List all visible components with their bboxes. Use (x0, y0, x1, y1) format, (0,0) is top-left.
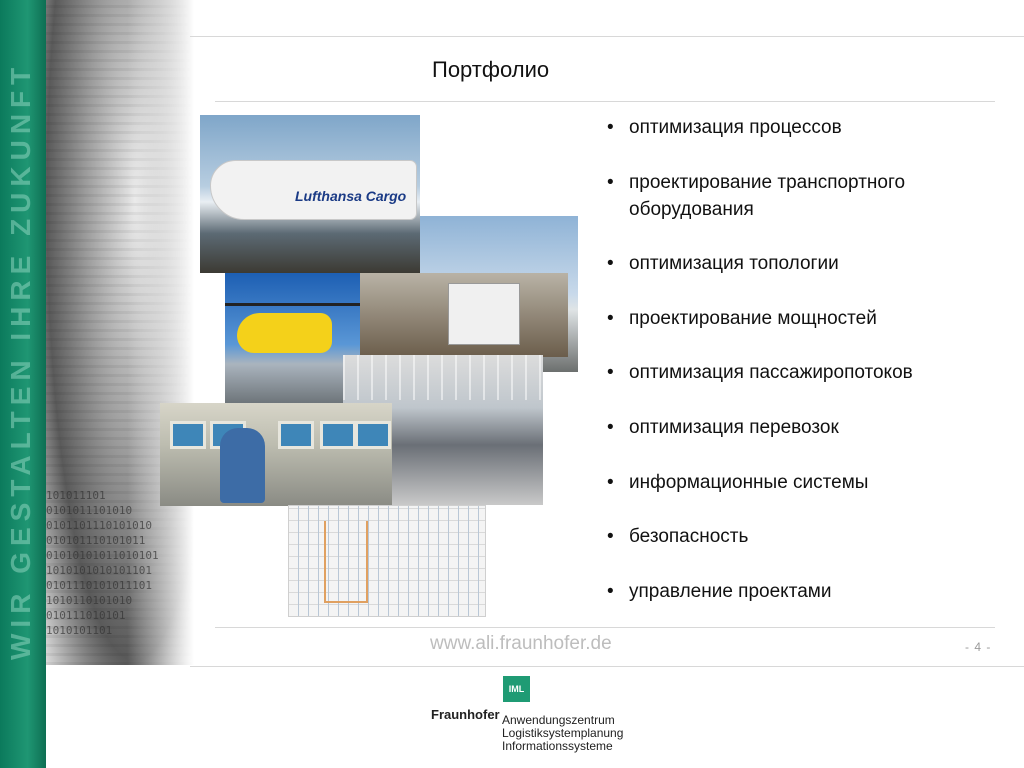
sidebar-photo-collage: 101011101 0101011101010 0101101110101010… (46, 0, 194, 665)
list-item: проектирование транспортного оборудовани… (607, 169, 1002, 223)
logo-badge-text: IML (508, 684, 525, 694)
layout-diagram-image (288, 505, 486, 617)
monitor (320, 421, 356, 449)
list-item: оптимизация перевозок (607, 414, 1002, 441)
list-item: оптимизация процессов (607, 114, 1002, 141)
list-item: безопасность (607, 523, 1002, 550)
monitor (278, 421, 314, 449)
rotor-blade (225, 303, 360, 306)
plane-livery-text: Lufthansa Cargo (295, 188, 407, 204)
slide-title: Портфолио (432, 57, 550, 82)
truck-cab (448, 283, 520, 345)
title-rule (215, 101, 995, 102)
binary-line: 0101011101010 (46, 504, 133, 517)
binary-line: 010111010101 (46, 609, 126, 622)
operator-figure (220, 428, 265, 503)
institute-line: Informationssysteme (502, 739, 613, 753)
list-item: информационные системы (607, 469, 1002, 496)
iml-logo-icon: IML (503, 676, 530, 702)
diagram-grid (289, 506, 485, 616)
list-item: проектирование мощностей (607, 305, 1002, 332)
binary-line: 1010101010101101 (46, 564, 152, 577)
monitor (170, 421, 206, 449)
footer-rule-bottom (190, 666, 1024, 667)
ceiling-pattern (343, 355, 543, 400)
binary-line: 1010101101 (46, 624, 113, 637)
diagram-highlight (324, 521, 368, 603)
helicopter-body (237, 313, 332, 353)
page-number: - 4 - (965, 640, 992, 654)
cargo-plane-photo: Lufthansa Cargo (200, 115, 420, 273)
list-item: оптимизация топологии (607, 250, 1002, 277)
binary-line: 101011101 (46, 489, 106, 502)
helicopter-photo (225, 273, 360, 403)
control-room-photo (160, 403, 392, 506)
footer-url[interactable]: www.ali.fraunhofer.de (430, 633, 612, 655)
binary-line: 01010101011010101 (46, 549, 159, 562)
sidebar-slogan: WIR GESTALTEN IHRE ZUKUNFT (5, 61, 36, 660)
portfolio-list: оптимизация процессов проектирование тра… (607, 114, 1002, 632)
list-item: оптимизация пассажиропотоков (607, 359, 1002, 386)
fraunhofer-brand: Fraunhofer (431, 707, 500, 722)
monitor (355, 421, 391, 449)
binary-line: 1010110101010 (46, 594, 133, 607)
binary-line: 0101110101011101 (46, 579, 152, 592)
cargo-truck-photo (358, 273, 568, 357)
institute-name: Anwendungszentrum Logistiksystemplanung … (502, 714, 623, 753)
binary-line: 0101101110101010 (46, 519, 152, 532)
top-rule (190, 36, 1024, 37)
binary-line: 010101110101011 (46, 534, 146, 547)
list-item: управление проектами (607, 578, 1002, 605)
